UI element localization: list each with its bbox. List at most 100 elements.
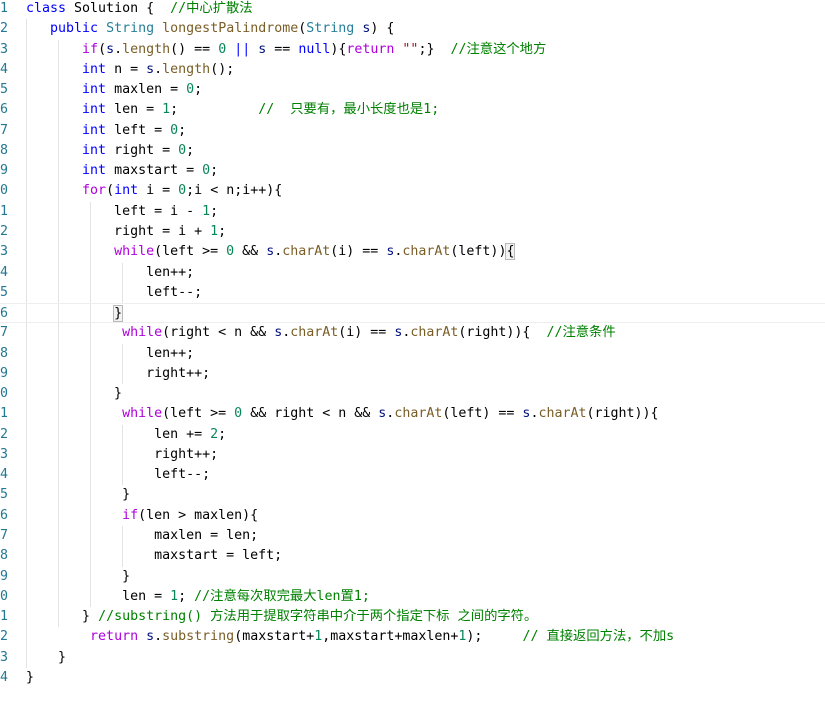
code-line[interactable]: 0 len = 1; //注意每次取完最大len置1;	[0, 587, 825, 607]
code-line[interactable]: 8 int right = 0;	[0, 141, 825, 161]
code-content: while(left >= 0 && right < n && s.charAt…	[26, 404, 658, 424]
comment: //注意每次取完最大len置1;	[194, 588, 370, 604]
code-content: }	[26, 567, 130, 587]
line-number: 2	[0, 426, 9, 442]
control-keyword: while	[114, 244, 155, 260]
code-line[interactable]: 8 maxstart = left;	[0, 546, 825, 566]
code-line[interactable]: 4 len++;	[0, 263, 825, 283]
code-line[interactable]: 7 int left = 0;	[0, 121, 825, 141]
code-text: }	[26, 609, 99, 625]
line-number: 8	[0, 142, 9, 158]
keyword: int	[82, 142, 107, 158]
line-number: 6	[0, 507, 9, 523]
line-number: 9	[0, 163, 9, 179]
code-text: maxstart =	[106, 163, 203, 179]
control-keyword: return	[90, 629, 139, 645]
code-line[interactable]: 1 left = i - 1;	[0, 202, 825, 222]
code-line[interactable]: 2 return s.substring(maxstart+1,maxstart…	[0, 627, 825, 647]
code-line[interactable]: 8 len++;	[0, 344, 825, 364]
line-number: 5	[0, 82, 9, 98]
code-text: (left >=	[162, 406, 235, 422]
line-number: 6	[0, 306, 9, 322]
code-content: }	[26, 668, 34, 688]
code-line[interactable]: 5 int maxlen = 0;	[0, 80, 825, 100]
code-content: int len = 1; // 只要有，最小长度也是1;	[26, 100, 439, 120]
line-number: 3	[0, 446, 9, 462]
line-number: 1	[0, 203, 9, 219]
line-number: 8	[0, 548, 9, 564]
code-line[interactable]: 0 for(int i = 0;i < n;i++){	[0, 181, 825, 201]
control-keyword: for	[82, 183, 107, 199]
code-line[interactable]: 7 maxlen = len;	[0, 526, 825, 546]
code-line[interactable]: 9 int maxstart = 0;	[0, 161, 825, 181]
code-text: );	[466, 629, 523, 645]
code-text: ;	[218, 426, 227, 442]
type-name: String	[106, 21, 155, 37]
keyword: int	[82, 82, 107, 98]
code-text: ;	[210, 163, 219, 179]
number-literal: 0	[186, 82, 195, 98]
code-content: right++;	[26, 364, 210, 384]
code-text: && right < n &&	[242, 406, 379, 422]
comment: //注意这个地方	[450, 41, 547, 57]
code-editor[interactable]: 1 class Solution { //中心扩散法 2 public String…	[0, 0, 825, 713]
keyword: int	[82, 61, 107, 77]
code-line[interactable]: 1 class Solution { //中心扩散法	[0, 0, 825, 19]
code-line[interactable]: 2 len += 2;	[0, 425, 825, 445]
line-number: 8	[0, 345, 9, 361]
number-literal: 1	[202, 203, 211, 219]
code-text: ){	[330, 41, 347, 57]
code-line[interactable]: 3 if(s.length() == 0 || s == null){retur…	[0, 40, 825, 60]
code-line[interactable]: 7 while(right < n && s.charAt(i) == s.ch…	[0, 323, 825, 343]
code-line[interactable]: 3 while(left >= 0 && s.charAt(i) == s.ch…	[0, 242, 825, 262]
method-name: charAt	[282, 244, 331, 260]
code-line[interactable]: 2 right = i + 1;	[0, 222, 825, 242]
code-line[interactable]: 2 public String longestPalindrome(String…	[0, 19, 825, 39]
variable: s	[106, 41, 115, 57]
keyword: ||	[234, 41, 251, 57]
number-literal: 0	[178, 142, 187, 158]
line-number: 1	[0, 406, 9, 422]
code-line[interactable]: 6 }	[0, 303, 825, 324]
code-line[interactable]: 6 if(len > maxlen){	[0, 506, 825, 526]
method-name: charAt	[402, 244, 451, 260]
code-content: len++;	[26, 344, 194, 364]
code-line[interactable]: 0 }	[0, 384, 825, 404]
code-line[interactable]: 5 left--;	[0, 283, 825, 303]
code-line[interactable]: 5 }	[0, 485, 825, 505]
line-number: 4	[0, 264, 9, 280]
code-content: len += 2;	[26, 425, 226, 445]
code-line[interactable]: 6 int len = 1; // 只要有，最小长度也是1;	[0, 100, 825, 120]
code-line[interactable]: 4 left--;	[0, 465, 825, 485]
code-line[interactable]: 9 right++;	[0, 364, 825, 384]
code-content: right = i + 1;	[26, 222, 226, 242]
code-text: (left))	[450, 244, 507, 260]
code-text: (right)){	[458, 325, 547, 341]
code-text: len++;	[26, 345, 195, 361]
method-name: charAt	[538, 406, 587, 422]
code-line[interactable]: 1 } //substring() 方法用于提取字符串中介于两个指定下标 之间的…	[0, 607, 825, 627]
code-line[interactable]: 1 while(left >= 0 && right < n && s.char…	[0, 404, 825, 424]
code-line[interactable]: 3 right++;	[0, 445, 825, 465]
code-line[interactable]: 4 int n = s.length();	[0, 60, 825, 80]
code-line[interactable]: 3 }	[0, 648, 825, 668]
line-number: 0	[0, 386, 9, 402]
code-content: int left = 0;	[26, 121, 186, 141]
code-line[interactable]: 4}	[0, 668, 825, 688]
code-content: while(right < n && s.charAt(i) == s.char…	[26, 323, 616, 343]
type-name: String	[306, 21, 355, 37]
comment: // 直接返回方法，不加s	[522, 629, 675, 645]
string-literal: ""	[402, 41, 419, 57]
code-content: right++;	[26, 445, 218, 465]
code-line[interactable]: 9 }	[0, 567, 825, 587]
number-literal: 2	[210, 426, 219, 442]
line-number: 4	[0, 467, 9, 483]
